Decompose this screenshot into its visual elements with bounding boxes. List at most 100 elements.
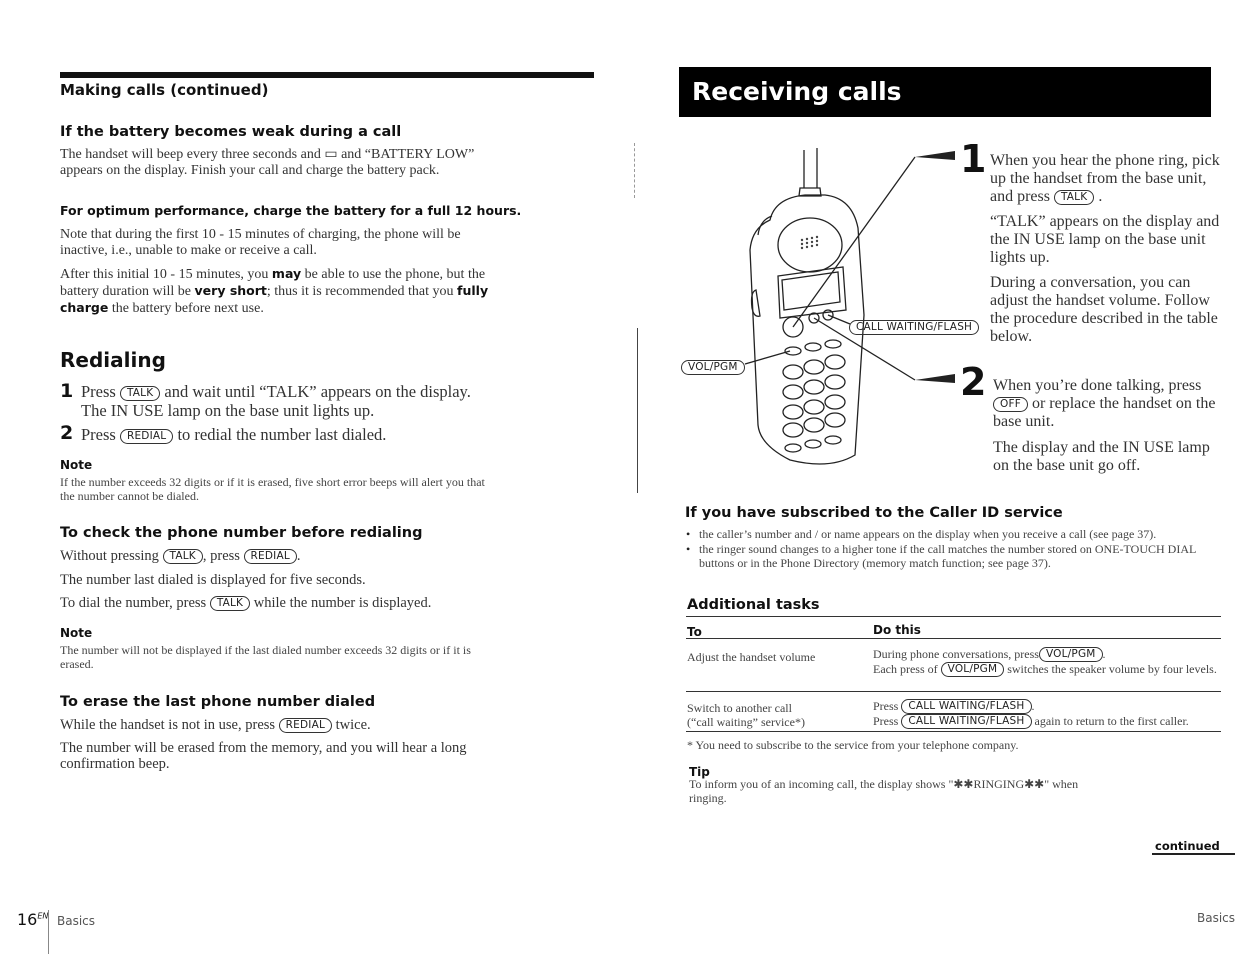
text: twice. [332, 717, 371, 733]
caller-id-heading: If you have subscribed to the Caller ID … [685, 505, 1063, 521]
callout-arrow-2 [915, 374, 955, 383]
continued-label: continued [1155, 839, 1220, 853]
redialing-heading: Redialing [60, 348, 166, 372]
vol-pgm-key: VOL/PGM [681, 360, 745, 375]
page-number-value: 16 [17, 910, 38, 929]
talk-key: TALK [209, 596, 251, 611]
talk-key: TALK [1053, 190, 1095, 205]
display-bezel [777, 266, 847, 319]
text: ; thus it is recommended that you [266, 284, 458, 299]
table-bottom-rule [686, 731, 1221, 732]
redial-note-heading: Note [60, 458, 93, 472]
continued-rule [1152, 853, 1235, 855]
redial-step-2: Press REDIAL to redial the number last d… [81, 425, 511, 444]
text: . [296, 548, 301, 564]
check-line-2: The number last dialed is displayed for … [60, 572, 366, 588]
battery-heading: If the battery becomes weak during a cal… [60, 124, 402, 140]
bullet-item: the caller’s number and / or name appear… [686, 527, 1226, 542]
receive-step-1-volume: During a conversation, you can adjust th… [990, 274, 1218, 345]
tip-text: To inform you of an incoming call, the d… [689, 777, 1079, 805]
receive-step-1-result: “TALK” appears on the display and the IN… [990, 213, 1220, 266]
speaker-holes [800, 235, 819, 250]
footer-section-left: Basics [57, 914, 96, 928]
receive-step-2: When you’re done talking, press OFF or r… [993, 377, 1231, 431]
talk-key: TALK [162, 549, 203, 564]
receive-step-2-result: The display and the IN USE lamp on the b… [993, 439, 1210, 474]
page-title: Receiving calls [692, 77, 902, 106]
table-header-to: To [687, 625, 702, 639]
text: and wait until “TALK” appears on the dis… [160, 382, 471, 401]
callout-arrows [915, 151, 955, 383]
callout-number-2: 2 [960, 360, 987, 404]
redial-key: REDIAL [278, 718, 333, 733]
redial-note-text: If the number exceeds 32 digits or if it… [60, 475, 485, 503]
emphasis: very short [194, 283, 267, 298]
check-note-heading: Note [60, 626, 93, 640]
gutter-mark [634, 143, 636, 198]
bullet-item: the ringer sound changes to a higher ton… [686, 542, 1226, 571]
call-waiting-label: CALL WAITING/FLASH [849, 318, 980, 336]
text: the battery before next use. [108, 301, 264, 316]
text: Press [873, 714, 902, 728]
check-note-text: The number will not be displayed if the … [60, 643, 471, 671]
text: while the number is displayed. [250, 595, 432, 611]
text: again to return to the first caller. [1031, 714, 1189, 728]
call-waiting-key: CALL WAITING/FLASH [901, 714, 1032, 729]
additional-tasks-heading: Additional tasks [687, 597, 820, 613]
text: The IN USE lamp on the base unit lights … [81, 401, 375, 420]
section-top-rule [60, 72, 594, 78]
text: To dial the number, press [60, 595, 210, 611]
redial-key: REDIAL [119, 429, 174, 444]
earpiece [777, 217, 843, 273]
check-heading: To check the phone number before rediali… [60, 525, 423, 541]
talk-key: TALK [119, 386, 161, 401]
table-row-2-to: Switch to another call (“call waiting” s… [687, 701, 805, 729]
text: After this initial 10 - 15 minutes, you [60, 267, 272, 282]
vol-pgm-key: VOL/PGM [1038, 647, 1103, 662]
footer-divider [48, 910, 49, 954]
check-line-3: To dial the number, press TALK while the… [60, 595, 431, 611]
text: Switch to another call [687, 701, 792, 715]
erase-line-2: The number will be erased from the memor… [60, 740, 467, 772]
page-suffix: EN [37, 911, 49, 921]
text: When you’re done talking, press [993, 377, 1202, 394]
vol-leader [744, 350, 791, 365]
handset-body [749, 194, 865, 465]
footer-section-right: Basics [1197, 911, 1235, 925]
text: . [1094, 188, 1103, 205]
battery-paragraph-2: Note that during the first 10 - 15 minut… [60, 227, 461, 258]
text: Without pressing [60, 548, 163, 564]
callout-arrow-1 [915, 151, 955, 160]
redial-key: REDIAL [243, 549, 297, 564]
section-title: Making calls (continued) [60, 81, 269, 99]
text: Press [873, 699, 902, 713]
off-key: OFF [993, 397, 1028, 412]
caller-id-bullets: the caller’s number and / or name appear… [686, 527, 1226, 571]
call-waiting-key: CALL WAITING/FLASH [901, 699, 1032, 714]
text: (“call waiting” service*) [687, 715, 805, 729]
page-number: 16EN [17, 910, 48, 929]
text: Each press of [873, 662, 941, 676]
table-row-1-do: During phone conversations, press VOL/PGM… [873, 647, 1218, 677]
check-line-1: Without pressing TALK, press REDIAL. [60, 548, 301, 564]
erase-heading: To erase the last phone number dialed [60, 694, 376, 710]
text: Press [81, 382, 120, 401]
vol-pgm-key: VOL/PGM [940, 662, 1005, 677]
erase-line-1: While the handset is not in use, press R… [60, 717, 371, 733]
redial-step-1: Press TALK and wait until “TALK” appears… [81, 382, 511, 420]
text: During phone conversations, press [873, 647, 1039, 661]
text: . [1031, 699, 1035, 713]
callout-number-1: 1 [960, 137, 987, 181]
table-header-do: Do this [873, 623, 921, 637]
table-row-2-do: Press CALL WAITING/FLASH. Press CALL WAI… [873, 699, 1223, 729]
keypad [782, 339, 846, 453]
table-row-1-to: Adjust the handset volume [687, 650, 816, 664]
table-footnote: * You need to subscribe to the service f… [687, 738, 1019, 752]
text: When you hear the phone ring, pick up th… [990, 152, 1220, 205]
redial-step-1-number: 1 [60, 380, 74, 402]
table-top-rule [686, 616, 1221, 617]
text: . [1102, 647, 1106, 661]
table-header-rule [686, 638, 1221, 639]
text: switches the speaker volume by four leve… [1004, 662, 1217, 676]
handset-drawing [744, 148, 916, 465]
